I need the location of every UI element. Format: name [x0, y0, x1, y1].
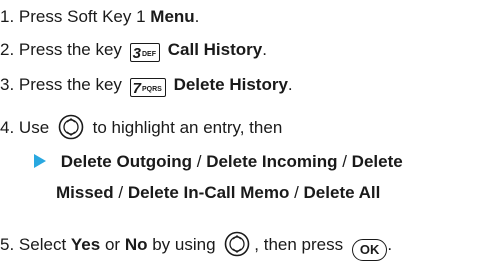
step-text-after: to highlight an entry, then — [92, 118, 283, 137]
separator: / — [192, 152, 207, 171]
key-letters: PQRS — [142, 86, 162, 93]
step-text: Press Soft Key 1 — [18, 7, 146, 26]
step-5: 5. Select Yes or No by using , then pres… — [0, 231, 392, 261]
period: . — [194, 7, 200, 26]
step-number: 2. — [0, 40, 15, 59]
key-7-pqrs-icon: 7PQRS — [129, 78, 166, 97]
option-delete-outgoing: Delete Outgoing — [60, 152, 193, 171]
step-text: Use — [18, 118, 50, 137]
step-text: Press the key — [18, 75, 122, 94]
step-number: 3. — [0, 75, 15, 94]
options-line-1: Delete Outgoing / Delete Incoming / Dele… — [34, 151, 403, 173]
period: . — [287, 75, 293, 94]
key-3-def-icon: 3DEF — [129, 43, 160, 62]
step-text: Press the key — [18, 40, 122, 59]
step-number: 1. — [0, 7, 15, 26]
bullet-arrow-icon — [34, 154, 46, 168]
key-number: 7 — [132, 80, 141, 97]
yes-label: Yes — [70, 235, 101, 254]
separator: / — [289, 183, 304, 202]
period: . — [387, 235, 393, 254]
key-number: 3 — [132, 45, 141, 62]
option-delete-in-call-memo: Delete In-Call Memo — [127, 183, 290, 202]
no-label: No — [124, 235, 148, 254]
option-delete-missed-part2: Missed — [56, 183, 114, 202]
navigation-key-icon — [224, 231, 250, 257]
step-number: 4. — [0, 118, 15, 137]
by-using-text: by using — [152, 235, 216, 254]
step-1: 1. Press Soft Key 1 Menu. — [0, 6, 199, 28]
option-delete-incoming: Delete Incoming — [206, 152, 338, 171]
option-delete-missed-part1: Delete — [351, 152, 403, 171]
separator: / — [113, 183, 128, 202]
menu-label: Menu — [150, 7, 195, 26]
step-4: 4. Use to highlight an entry, then — [0, 114, 282, 140]
call-history-label: Call History — [167, 40, 263, 59]
navigation-key-icon — [58, 114, 84, 140]
ok-key-icon: OK — [351, 239, 388, 261]
period: . — [262, 40, 267, 59]
step-3: 3. Press the key 7PQRS Delete History. — [0, 74, 293, 97]
key-letters: DEF — [142, 51, 156, 58]
step-text: Select — [18, 235, 67, 254]
step-number: 5. — [0, 235, 15, 254]
option-delete-all: Delete All — [303, 183, 381, 202]
separator: / — [337, 152, 352, 171]
options-line-2: Missed / Delete In-Call Memo / Delete Al… — [56, 182, 380, 204]
delete-history-label: Delete History — [173, 75, 288, 94]
step-2: 2. Press the key 3DEF Call History. — [0, 39, 267, 62]
then-press-text: , then press — [254, 235, 344, 254]
or-text: or — [104, 235, 121, 254]
